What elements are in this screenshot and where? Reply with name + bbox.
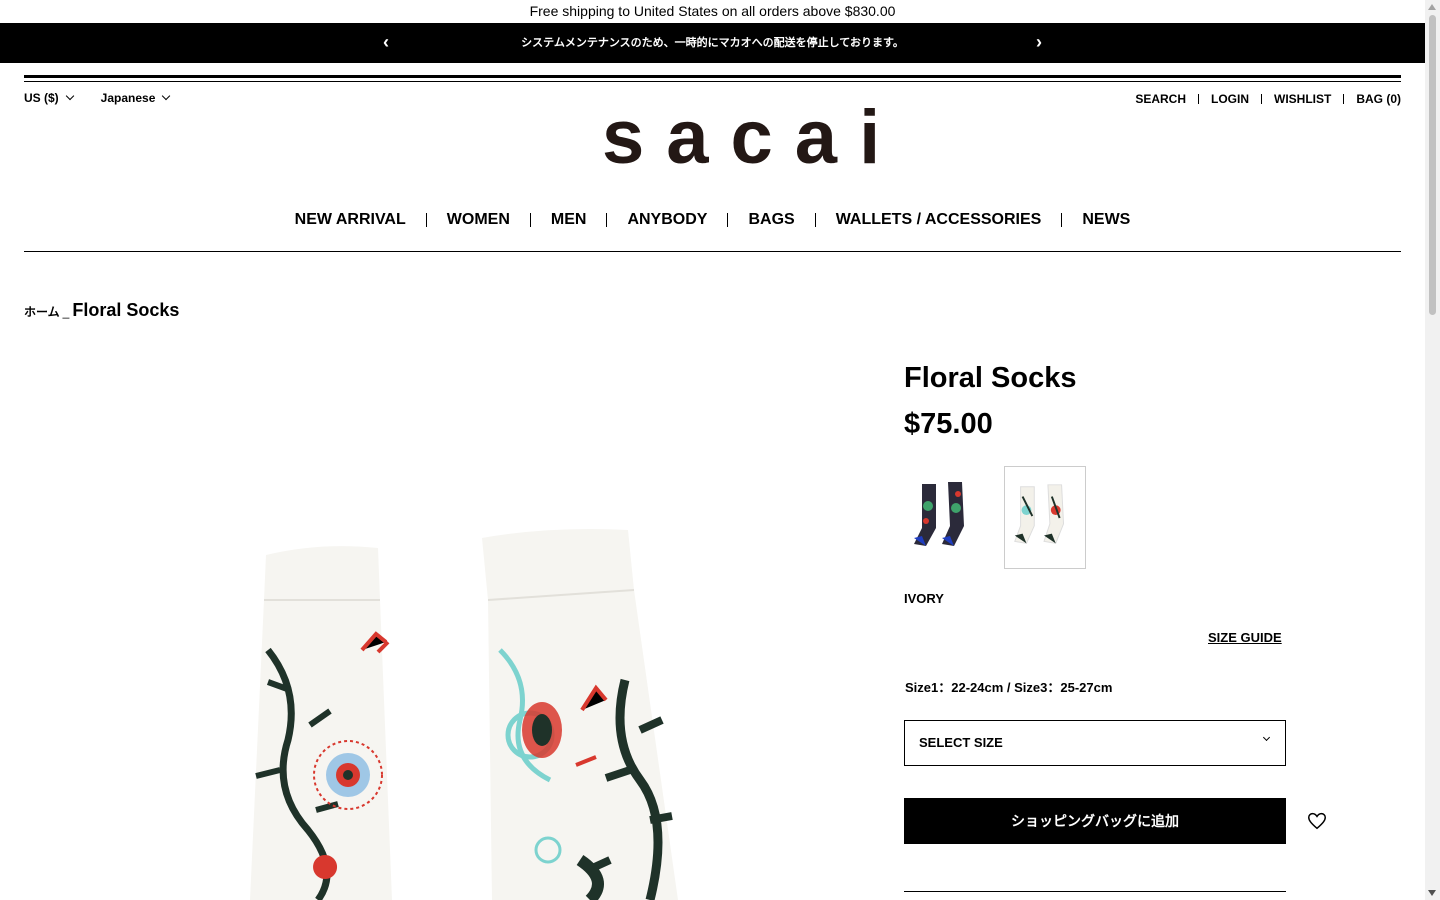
scroll-down-icon[interactable]	[1428, 890, 1436, 896]
chevron-down-icon	[65, 91, 74, 101]
nav-item-men[interactable]: MEN	[551, 211, 587, 229]
divider	[1343, 94, 1345, 104]
bag-link[interactable]: BAG (0)	[1356, 92, 1401, 106]
language-label: Japanese	[100, 91, 156, 105]
divider	[814, 213, 816, 227]
divider	[727, 213, 729, 227]
divider	[529, 213, 531, 227]
size-info: Size1：22-24cm / Size3：25-27cm	[905, 680, 1113, 695]
heart-icon[interactable]	[1306, 810, 1328, 832]
scrollbar[interactable]	[1425, 0, 1440, 900]
scroll-up-icon[interactable]	[1428, 4, 1436, 10]
nav-divider	[24, 251, 1401, 252]
header-rule-thin	[24, 81, 1401, 82]
main-navigation: NEW ARRIVAL WOMEN MEN ANYBODY BAGS WALLE…	[0, 211, 1425, 229]
account-links: SEARCH LOGIN WISHLIST BAG (0)	[1135, 92, 1401, 106]
chevron-down-icon	[162, 91, 171, 101]
locale-selectors: US ($) Japanese	[24, 91, 171, 105]
product-title: Floral Socks	[904, 362, 1077, 394]
breadcrumb-current: Floral Socks	[72, 300, 180, 320]
shipping-banner: Free shipping to United States on all or…	[529, 3, 896, 19]
breadcrumb-home[interactable]: ホーム	[24, 303, 60, 320]
divider	[425, 213, 427, 227]
size-guide-link[interactable]: SIZE GUIDE	[1208, 630, 1282, 645]
chevron-down-icon	[1262, 733, 1271, 742]
breadcrumb: ホーム _ Floral Socks	[24, 300, 179, 321]
chevron-right-icon[interactable]: ›	[1029, 23, 1049, 63]
nav-item-new-arrival[interactable]: NEW ARRIVAL	[295, 211, 406, 229]
wishlist-link[interactable]: WISHLIST	[1274, 92, 1331, 106]
divider	[606, 213, 608, 227]
breadcrumb-separator: _	[62, 305, 70, 319]
selected-color: IVORY	[904, 591, 944, 606]
scrollbar-thumb[interactable]	[1429, 15, 1436, 315]
product-image[interactable]	[230, 520, 690, 900]
add-to-bag-button[interactable]: ショッピングバッグに追加	[904, 798, 1286, 844]
divider	[1198, 94, 1199, 104]
nav-item-bags[interactable]: BAGS	[748, 211, 794, 229]
nav-item-anybody[interactable]: ANYBODY	[627, 211, 707, 229]
nav-item-news[interactable]: NEWS	[1082, 211, 1130, 229]
size-select[interactable]: SELECT SIZE	[904, 720, 1286, 766]
size-select-label: SELECT SIZE	[919, 735, 1003, 750]
search-link[interactable]: SEARCH	[1135, 92, 1186, 106]
divider	[1061, 213, 1063, 227]
brand-logo[interactable]: sacai	[580, 98, 880, 178]
header-rule-thick	[24, 75, 1401, 78]
login-link[interactable]: LOGIN	[1211, 92, 1249, 106]
divider	[1261, 94, 1262, 104]
currency-selector[interactable]: US ($)	[24, 91, 74, 105]
notice-text: システムメンテナンスのため、一時的にマカオへの配送を停止しております。	[521, 37, 904, 49]
nav-item-wallets-accessories[interactable]: WALLETS / ACCESSORIES	[836, 211, 1042, 229]
product-price: $75.00	[904, 408, 993, 440]
currency-label: US ($)	[24, 91, 59, 105]
color-swatch-ivory[interactable]	[1004, 466, 1086, 569]
nav-item-women[interactable]: WOMEN	[447, 211, 510, 229]
product-divider	[904, 891, 1286, 892]
language-selector[interactable]: Japanese	[100, 91, 171, 105]
chevron-left-icon[interactable]: ‹	[376, 23, 396, 63]
notice-banner: ‹ システムメンテナンスのため、一時的にマカオへの配送を停止しております。 ›	[0, 23, 1425, 63]
color-swatch-navy[interactable]	[904, 466, 986, 569]
